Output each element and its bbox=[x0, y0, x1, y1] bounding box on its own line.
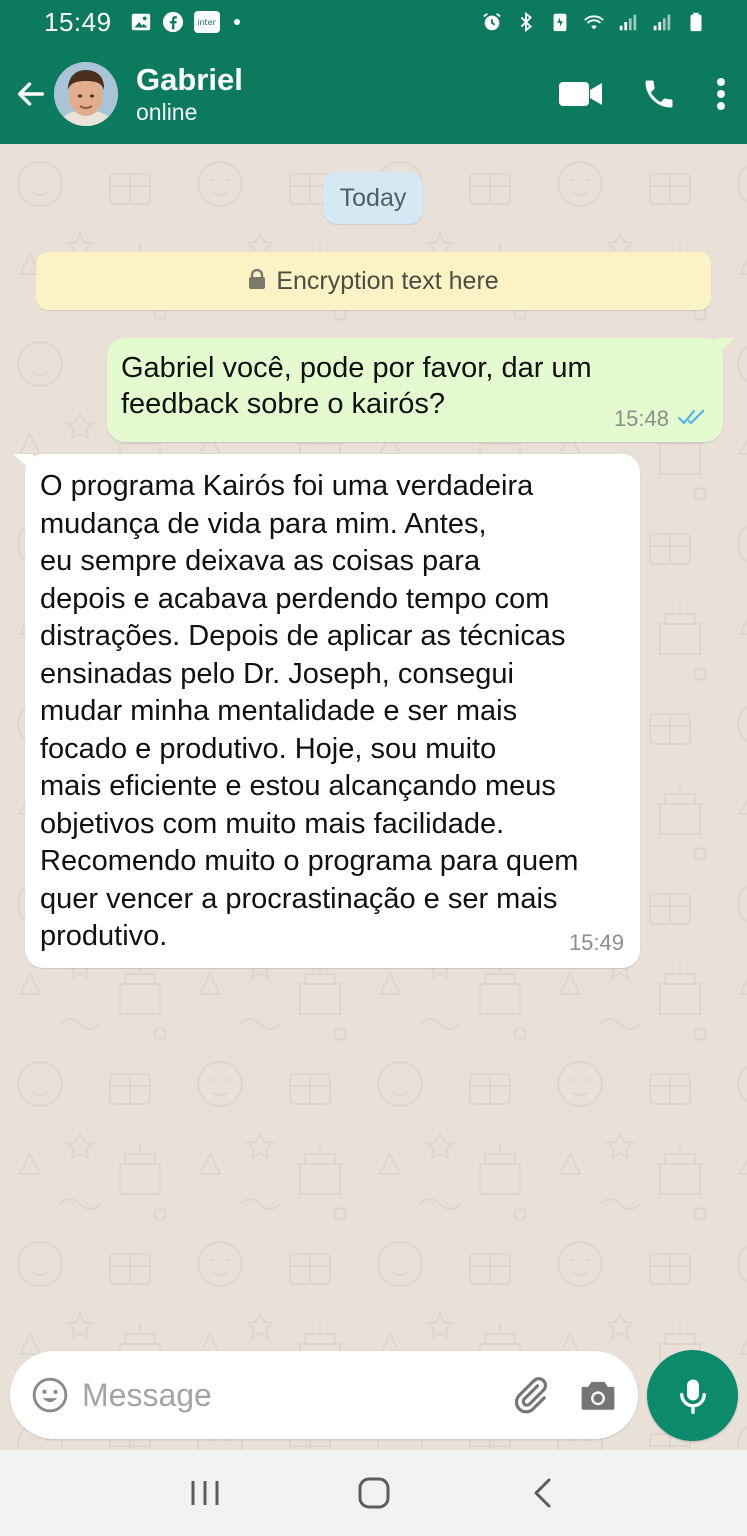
signal-icon-2 bbox=[651, 11, 673, 33]
wifi-icon bbox=[583, 11, 605, 33]
emoji-button[interactable] bbox=[30, 1375, 70, 1415]
recent-apps-button[interactable] bbox=[175, 1463, 235, 1523]
back-button[interactable] bbox=[8, 64, 54, 124]
encryption-text: Encryption text here bbox=[276, 266, 499, 295]
status-bar: 15:49 inter bbox=[0, 0, 747, 44]
status-time: 15:49 bbox=[44, 6, 112, 37]
video-call-button[interactable] bbox=[559, 80, 603, 108]
voice-call-icon bbox=[645, 80, 673, 108]
message-input[interactable] bbox=[82, 1376, 482, 1414]
battery-icon bbox=[685, 11, 707, 33]
bluetooth-icon bbox=[515, 11, 537, 33]
contact-name: Gabriel bbox=[136, 62, 243, 97]
message-meta: 15:49 bbox=[569, 930, 624, 956]
chevron-left-icon bbox=[534, 1478, 550, 1508]
date-chip: Today bbox=[323, 172, 423, 224]
message-composer bbox=[10, 1351, 638, 1439]
message-time: 15:49 bbox=[568, 930, 624, 955]
alarm-icon bbox=[481, 11, 503, 33]
message-meta: 15:48 bbox=[614, 406, 707, 432]
read-ticks-icon bbox=[677, 406, 707, 432]
recent-apps-icon bbox=[191, 1481, 218, 1505]
outgoing-message[interactable]: Gabriel você, pode por favor, dar um fee… bbox=[107, 338, 735, 442]
more-options-button[interactable] bbox=[715, 77, 727, 111]
home-button[interactable] bbox=[344, 1463, 404, 1523]
gallery-icon bbox=[130, 11, 152, 33]
microphone-icon bbox=[679, 1379, 706, 1414]
emoji-icon bbox=[32, 1377, 68, 1413]
attach-button[interactable] bbox=[510, 1375, 550, 1415]
contact-info[interactable]: Gabriel online bbox=[136, 62, 243, 126]
lock-icon bbox=[248, 267, 266, 296]
chat-area[interactable]: Today Encryption text here Gabriel você,… bbox=[0, 144, 747, 1450]
system-navigation-bar bbox=[0, 1450, 747, 1536]
chat-header: Gabriel online bbox=[0, 44, 747, 144]
contact-status: online bbox=[136, 99, 198, 125]
signal-icon bbox=[617, 11, 639, 33]
inter-app-icon: inter bbox=[193, 11, 220, 33]
header-actions bbox=[559, 76, 727, 112]
battery-saver-icon bbox=[549, 11, 571, 33]
facebook-icon bbox=[162, 11, 184, 33]
profile-photo bbox=[54, 62, 118, 126]
voice-call-button[interactable] bbox=[641, 76, 677, 112]
message-time: 15:48 bbox=[613, 406, 669, 431]
video-call-icon bbox=[559, 82, 602, 106]
encryption-notice[interactable]: Encryption text here bbox=[36, 252, 711, 310]
status-left-icons: inter bbox=[130, 11, 240, 33]
dot-icon bbox=[233, 19, 240, 25]
paperclip-icon bbox=[514, 1377, 547, 1414]
incoming-message[interactable]: O programa Kairós foi uma verdadeira mud… bbox=[13, 454, 640, 968]
more-options-icon bbox=[717, 78, 725, 110]
camera-button[interactable] bbox=[578, 1377, 618, 1413]
back-nav-button[interactable] bbox=[513, 1463, 573, 1523]
avatar[interactable] bbox=[54, 62, 118, 126]
arrow-left-icon bbox=[17, 82, 45, 106]
camera-icon bbox=[581, 1381, 615, 1410]
message-text: O programa Kairós foi uma verdadeira mud… bbox=[40, 470, 579, 952]
home-icon bbox=[358, 1477, 389, 1509]
status-right-icons bbox=[481, 11, 707, 33]
voice-message-button[interactable] bbox=[647, 1350, 738, 1441]
